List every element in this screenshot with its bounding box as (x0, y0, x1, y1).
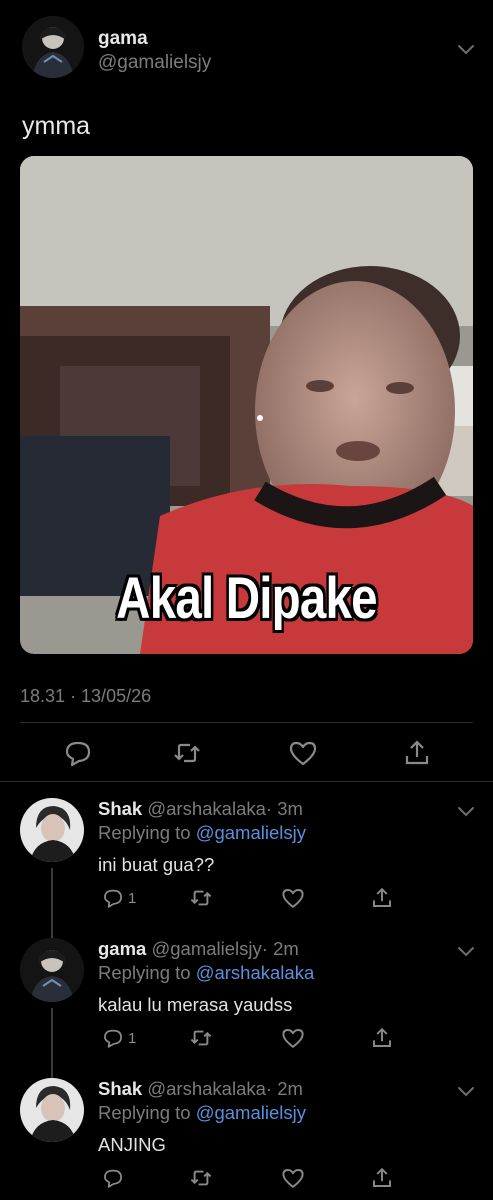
replying-to: Replying to @arshakalaka (98, 962, 315, 983)
reply-author-name[interactable]: Shak (98, 1078, 142, 1099)
share-icon[interactable] (370, 1026, 394, 1050)
thread-line (51, 924, 53, 938)
reply-avatar[interactable] (20, 938, 84, 1002)
chevron-down-icon[interactable] (455, 800, 477, 822)
heart-icon[interactable] (281, 886, 305, 910)
reply-actions: 1 (98, 1026, 398, 1052)
reply-actions (98, 1166, 398, 1192)
reply-author-name[interactable]: Shak (98, 798, 142, 819)
share-icon[interactable] (370, 1166, 394, 1190)
reply-text: kalau lu merasa yaudss (98, 994, 293, 1015)
replying-to-link[interactable]: @gamalielsjy (196, 1102, 306, 1123)
tweet-actions (20, 726, 473, 780)
retweet-icon[interactable] (172, 738, 202, 768)
reply-actions: 1 (98, 886, 398, 912)
reply-time: · 2m (261, 938, 299, 959)
heart-icon[interactable] (281, 1166, 305, 1190)
retweet-icon[interactable] (189, 1166, 213, 1190)
retweet-icon[interactable] (189, 1026, 213, 1050)
reply-time: · 3m (265, 798, 303, 819)
heart-icon[interactable] (288, 738, 318, 768)
tweet-media-image[interactable]: Akal Dipake (20, 156, 473, 654)
divider (0, 781, 493, 782)
reply-bubble-icon[interactable] (63, 738, 93, 768)
tweet-text: ymma (22, 112, 91, 140)
reply-header: Shak @arshakalaka· 3m (98, 798, 303, 820)
chevron-down-icon[interactable] (455, 38, 477, 60)
reply-bubble-icon (104, 1169, 122, 1188)
replying-to: Replying to @gamalielsjy (98, 822, 306, 843)
tweet-timestamp: 18.31 · 13/05/26 (20, 686, 152, 706)
reply-author-handle[interactable]: @gamalielsjy (151, 938, 261, 959)
divider (20, 722, 473, 723)
replying-to-link[interactable]: @gamalielsjy (196, 822, 306, 843)
reply-count: 1 (128, 1029, 137, 1047)
reply-author-name[interactable]: gama (98, 938, 146, 959)
thread-line (51, 1064, 53, 1078)
reply-header: gama @gamalielsjy· 2m (98, 938, 299, 960)
reply-avatar[interactable] (20, 798, 84, 862)
reply-header: Shak @arshakalaka· 2m (98, 1078, 303, 1100)
reply-time: · 2m (265, 1078, 303, 1099)
reply-button[interactable]: 1 (102, 1026, 136, 1050)
reply-author-handle[interactable]: @arshakalaka (147, 1078, 266, 1099)
replying-to-link[interactable]: @arshakalaka (196, 962, 315, 983)
reply-button[interactable]: 1 (102, 886, 136, 910)
reply-bubble-icon (104, 1029, 122, 1048)
replying-to: Replying to @gamalielsjy (98, 1102, 306, 1123)
share-icon[interactable] (402, 738, 432, 768)
reply-count: 1 (128, 889, 137, 907)
author-handle[interactable]: @gamalielsjy (98, 52, 211, 74)
share-icon[interactable] (370, 886, 394, 910)
heart-icon[interactable] (281, 1026, 305, 1050)
retweet-icon[interactable] (189, 886, 213, 910)
reply-bubble-icon (104, 889, 122, 908)
author-name[interactable]: gama (98, 28, 148, 50)
chevron-down-icon[interactable] (455, 940, 477, 962)
reply-text: ANJING (98, 1134, 166, 1155)
reply-author-handle[interactable]: @arshakalaka (147, 798, 266, 819)
author-avatar[interactable] (22, 16, 84, 78)
reply-avatar[interactable] (20, 1078, 84, 1142)
reply-button[interactable] (102, 1166, 128, 1190)
media-caption: Akal Dipake (116, 566, 377, 631)
reply-text: ini buat gua?? (98, 854, 215, 875)
chevron-down-icon[interactable] (455, 1080, 477, 1102)
